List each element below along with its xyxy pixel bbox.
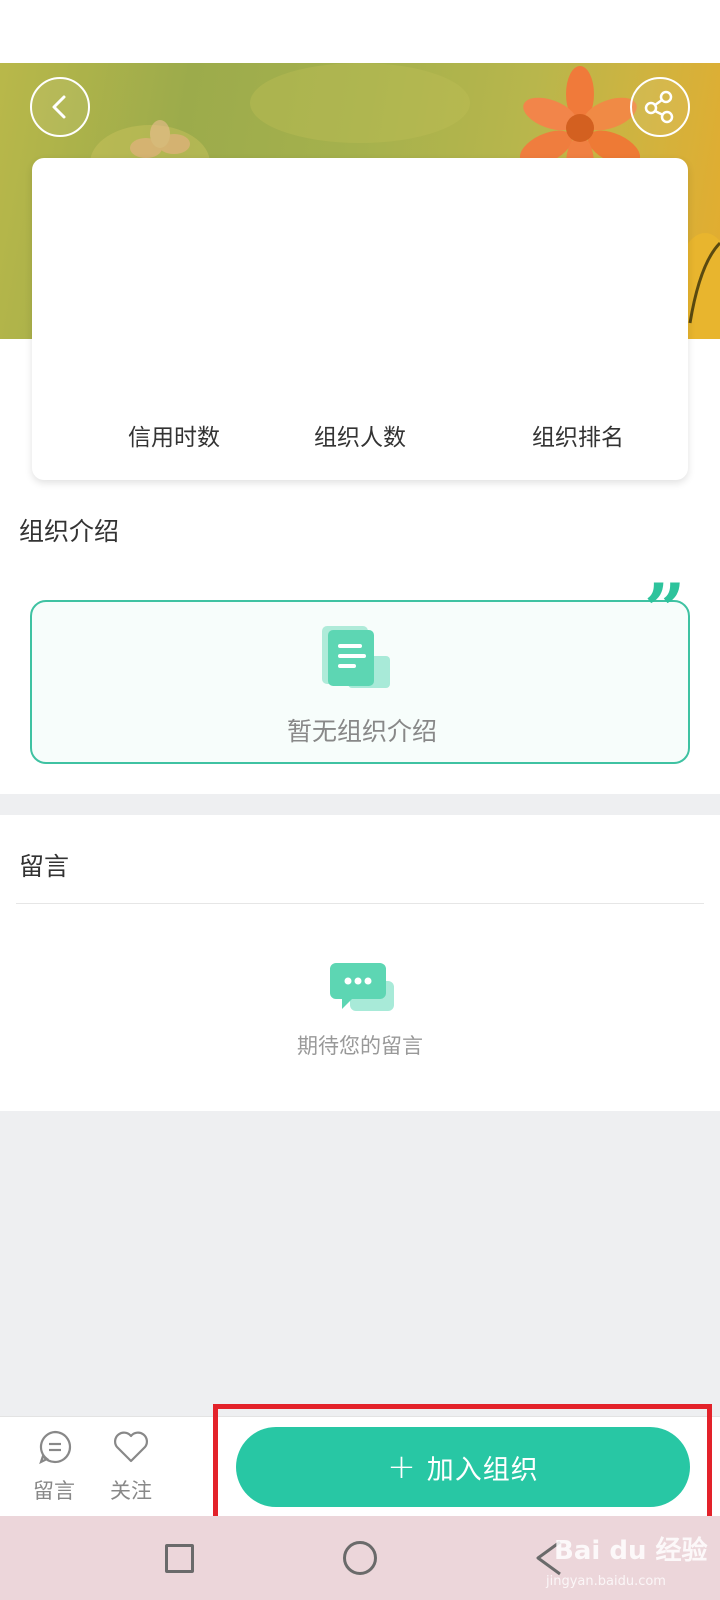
intro-empty-text: 暂无组织介绍 xyxy=(286,717,437,746)
organization-info-card: 信用时数 组织人数 组织排名 xyxy=(32,158,688,480)
divider xyxy=(16,903,704,904)
message-section-title: 留言 xyxy=(19,852,70,881)
status-bar-area xyxy=(0,0,720,63)
share-icon xyxy=(644,90,674,124)
back-button[interactable] xyxy=(30,77,90,137)
message-tab[interactable]: 留言 xyxy=(19,1429,89,1509)
watermark-logo: Bai du 经验 xyxy=(554,1536,708,1566)
follow-tab-label: 关注 xyxy=(110,1479,152,1503)
follow-tab[interactable]: 关注 xyxy=(96,1429,166,1509)
nav-square-icon[interactable] xyxy=(165,1544,194,1573)
nav-home-icon[interactable] xyxy=(343,1541,377,1575)
organization-detail-page: 信用时数 组织人数 组织排名 组织介绍 暂无组织介绍 ” 留言 期待您的留言 留… xyxy=(0,0,720,1600)
credit-hours-label: 信用时数 xyxy=(128,425,220,451)
intro-box: 暂无组织介绍 xyxy=(30,600,690,764)
chat-bubble-icon xyxy=(330,963,394,1011)
intro-section-title: 组织介绍 xyxy=(19,517,120,546)
back-arrow-icon xyxy=(52,95,66,119)
member-count-label: 组织人数 xyxy=(314,425,406,451)
ranking-label: 组织排名 xyxy=(532,425,624,451)
watermark-url: jingyan.baidu.com xyxy=(546,1574,666,1589)
share-button[interactable] xyxy=(630,77,690,137)
message-tab-label: 留言 xyxy=(33,1479,75,1503)
document-icon xyxy=(322,626,390,688)
highlight-annotation-box xyxy=(213,1404,712,1528)
baidu-watermark: Bai du 经验 jingyan.baidu.com xyxy=(540,1530,720,1600)
heart-icon xyxy=(114,1431,148,1463)
message-empty-text: 期待您的留言 xyxy=(297,1034,423,1058)
quote-icon: ” xyxy=(644,567,686,652)
message-section: 留言 期待您的留言 xyxy=(0,815,720,1111)
system-navigation-bar: Bai du 经验 jingyan.baidu.com xyxy=(0,1516,720,1600)
message-icon xyxy=(39,1430,72,1465)
